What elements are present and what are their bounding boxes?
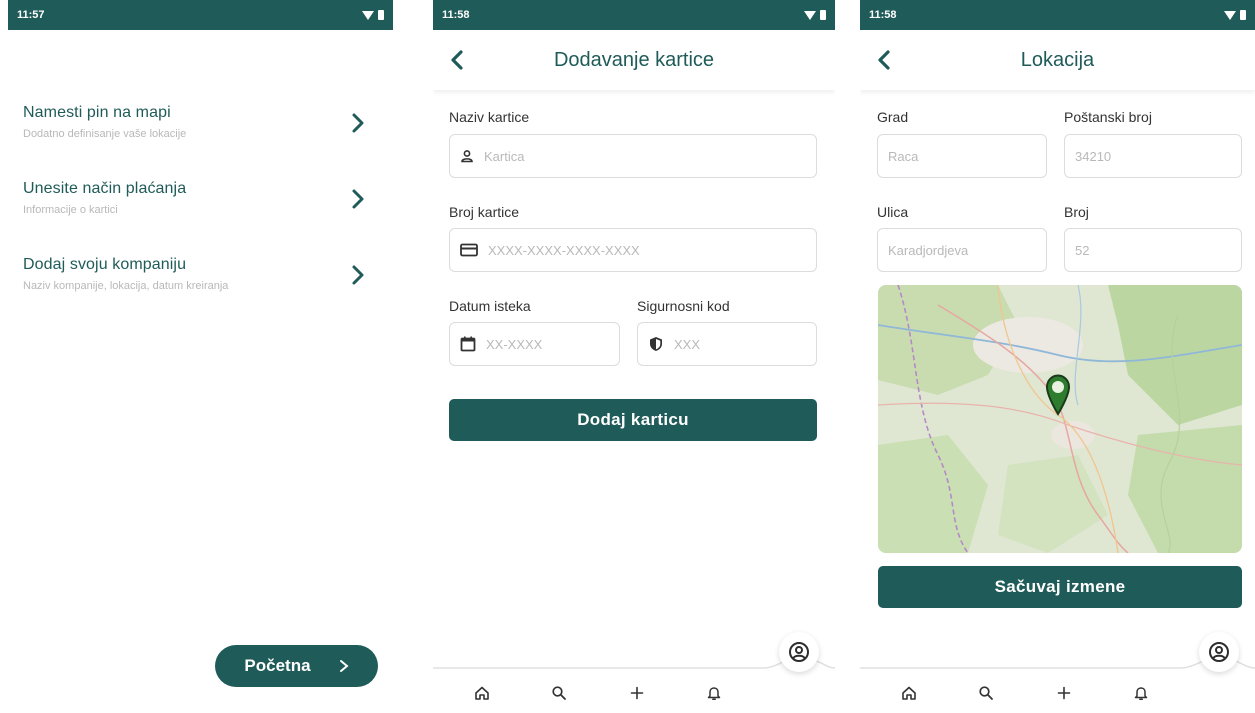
profile-icon	[1209, 642, 1229, 662]
home-button-label: Početna	[244, 656, 311, 675]
menu-item-subtitle: Informacije o kartici	[23, 204, 118, 216]
number-label: Broj	[1064, 204, 1089, 220]
battery-icon	[1240, 10, 1246, 20]
calendar-icon	[460, 336, 476, 352]
card-number-field[interactable]: XXXX-XXXX-XXXX-XXXX	[449, 228, 817, 272]
wifi-icon	[1224, 10, 1236, 20]
status-time: 11:58	[442, 9, 470, 21]
chevron-right-icon	[339, 660, 349, 672]
zip-value: 34210	[1075, 148, 1112, 164]
plus-icon[interactable]	[624, 680, 650, 706]
bell-icon[interactable]	[1128, 680, 1154, 706]
page-title: Lokacija	[1020, 48, 1095, 71]
map-pin-icon	[1045, 374, 1071, 416]
status-time: 11:57	[17, 9, 45, 21]
chevron-right-icon	[352, 189, 364, 209]
screen-settings-menu: 11:57 Namesti pin na mapi Dodatno defini…	[8, 0, 393, 713]
page-header: Dodavanje kartice	[433, 30, 835, 90]
menu-item-title: Dodaj svoju kompaniju	[23, 256, 187, 273]
screen-add-card: 11:58 Dodavanje kartice Naziv kartice Ka…	[433, 0, 835, 713]
chevron-right-icon	[352, 265, 364, 285]
status-bar: 11:57	[8, 0, 393, 30]
battery-icon	[820, 10, 826, 20]
page-header: Lokacija	[860, 30, 1255, 90]
search-icon[interactable]	[973, 680, 999, 706]
expiry-field[interactable]: XX-XXXX	[449, 322, 620, 366]
profile-button[interactable]	[779, 632, 819, 672]
save-changes-button-label: Sačuvaj izmene	[994, 577, 1126, 596]
city-value: Raca	[888, 148, 919, 164]
save-changes-button[interactable]: Sačuvaj izmene	[878, 566, 1242, 608]
menu-item-title: Unesite način plaćanja	[23, 180, 187, 197]
menu-item-title: Namesti pin na mapi	[23, 104, 171, 121]
user-icon	[461, 150, 473, 163]
location-map[interactable]	[878, 285, 1242, 553]
nav-divider	[860, 657, 1255, 669]
add-card-button[interactable]: Dodaj karticu	[449, 399, 817, 441]
screen-location: 11:58 Lokacija Grad Raca Poštanski broj …	[860, 0, 1255, 713]
status-bar: 11:58	[860, 0, 1255, 30]
shield-icon	[650, 337, 662, 351]
profile-button[interactable]	[1199, 632, 1239, 672]
map-canvas	[878, 285, 1242, 553]
cvv-field[interactable]: XXX	[637, 322, 817, 366]
chevron-left-icon[interactable]	[874, 49, 894, 71]
profile-icon	[789, 642, 809, 662]
menu-item-subtitle: Naziv kompanije, lokacija, datum kreiran…	[23, 280, 229, 292]
zip-label: Poštanski broj	[1064, 109, 1152, 125]
chevron-left-icon[interactable]	[447, 49, 467, 71]
plus-icon[interactable]	[1051, 680, 1077, 706]
menu-item-map-pin[interactable]: Namesti pin na mapi Dodatno definisanje …	[23, 104, 381, 164]
home-icon[interactable]	[896, 680, 922, 706]
card-name-field[interactable]: Kartica	[449, 134, 817, 178]
page-title: Dodavanje kartice	[553, 48, 715, 71]
city-label: Grad	[877, 109, 909, 125]
home-button[interactable]: Početna	[215, 645, 378, 687]
wifi-icon	[804, 10, 816, 20]
street-field[interactable]: Karadjordjeva	[877, 228, 1047, 272]
street-label: Ulica	[877, 204, 909, 220]
cvv-label: Sigurnosni kod	[637, 298, 730, 314]
credit-card-icon	[460, 243, 478, 257]
menu-item-payment[interactable]: Unesite način plaćanja Informacije o kar…	[23, 180, 381, 240]
status-bar: 11:58	[433, 0, 835, 30]
card-name-label: Naziv kartice	[449, 109, 530, 125]
nav-divider	[433, 657, 835, 669]
expiry-label: Datum isteka	[449, 298, 531, 314]
street-value: Karadjordjeva	[888, 242, 969, 258]
bell-icon[interactable]	[701, 680, 727, 706]
home-icon[interactable]	[469, 680, 495, 706]
status-time: 11:58	[869, 9, 897, 21]
bottom-nav	[860, 632, 1255, 713]
battery-icon	[378, 10, 384, 20]
expiry-placeholder: XX-XXXX	[486, 336, 543, 352]
city-field[interactable]: Raca	[877, 134, 1047, 178]
wifi-icon	[362, 10, 374, 20]
card-number-label: Broj kartice	[449, 204, 520, 220]
menu-item-subtitle: Dodatno definisanje vaše lokacije	[23, 128, 187, 140]
number-field[interactable]: 52	[1064, 228, 1242, 272]
zip-field[interactable]: 34210	[1064, 134, 1242, 178]
number-value: 52	[1075, 242, 1090, 258]
cvv-placeholder: XXX	[674, 336, 701, 352]
search-icon[interactable]	[546, 680, 572, 706]
menu-item-company[interactable]: Dodaj svoju kompaniju Naziv kompanije, l…	[23, 256, 381, 316]
card-number-placeholder: XXXX-XXXX-XXXX-XXXX	[488, 242, 640, 258]
bottom-nav	[433, 632, 835, 713]
card-name-placeholder: Kartica	[484, 148, 525, 164]
add-card-button-label: Dodaj karticu	[577, 410, 689, 429]
chevron-right-icon	[352, 113, 364, 133]
